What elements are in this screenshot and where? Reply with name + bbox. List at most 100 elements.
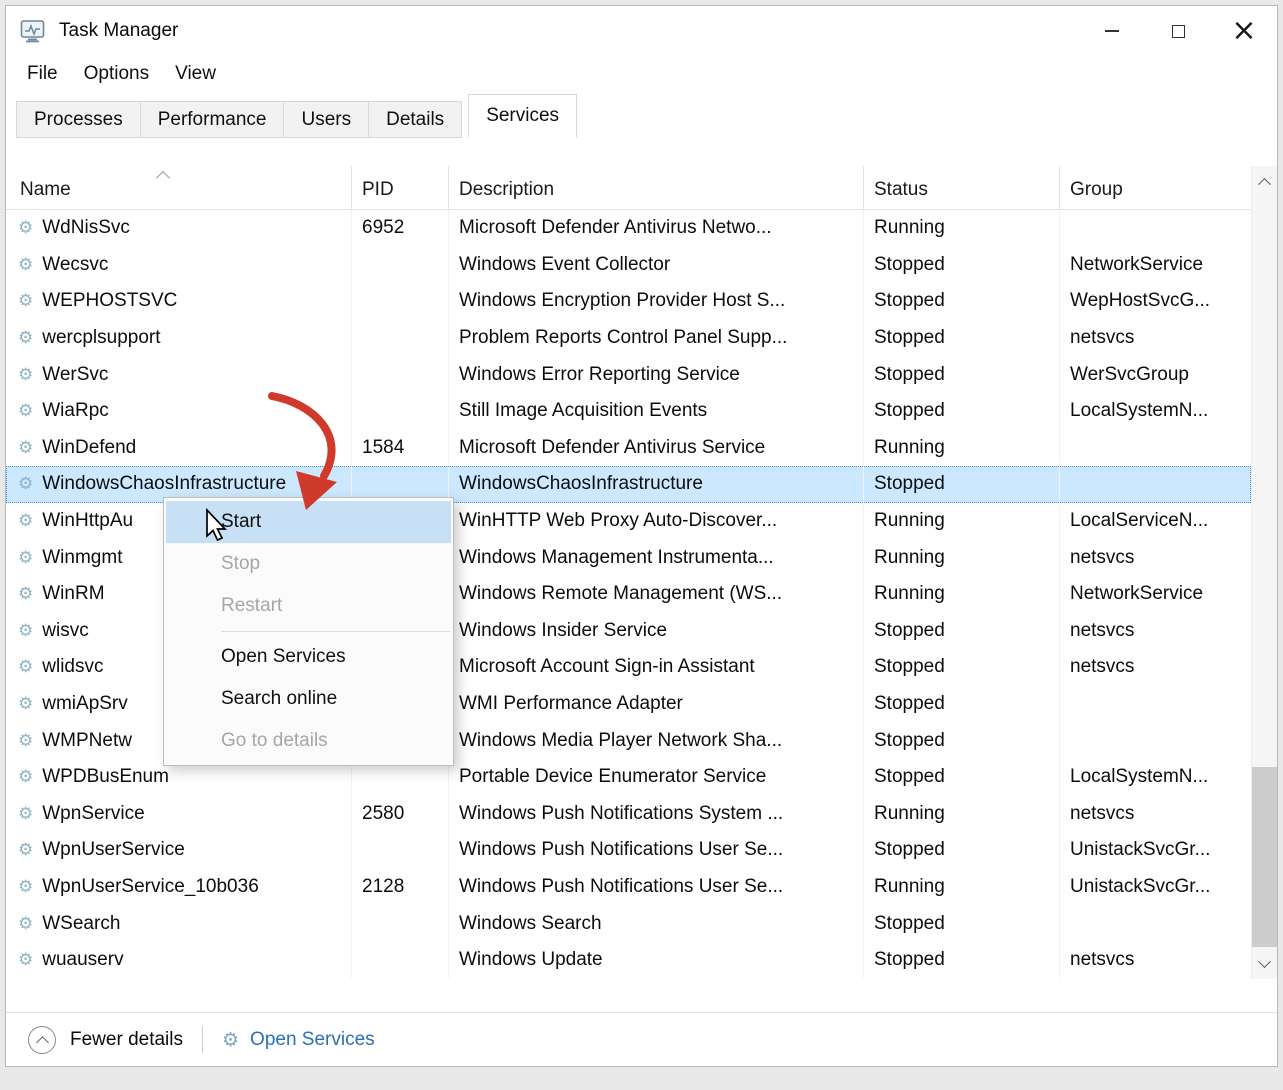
service-group <box>1060 210 1251 247</box>
tab-users[interactable]: Users <box>283 101 369 138</box>
service-row-wuauserv[interactable]: ⚙wuauservWindows UpdateStoppednetsvcs <box>6 942 1251 979</box>
context-menu-item-stop: Stop <box>164 543 453 585</box>
service-group <box>1060 905 1251 942</box>
service-group <box>1060 722 1251 759</box>
service-row-wercplsupport[interactable]: ⚙wercplsupportProblem Reports Control Pa… <box>6 320 1251 357</box>
service-pid <box>352 283 449 320</box>
service-status: Running <box>864 430 1060 467</box>
tab-performance[interactable]: Performance <box>140 101 285 138</box>
scroll-up-button[interactable] <box>1252 168 1277 194</box>
service-name-cell: ⚙WpnService <box>6 796 352 833</box>
service-row-wpnuserservice[interactable]: ⚙WpnUserServiceWindows Push Notification… <box>6 832 1251 869</box>
scrollbar-thumb[interactable] <box>1252 767 1277 947</box>
service-status: Running <box>864 503 1060 540</box>
service-description: Windows Error Reporting Service <box>449 356 864 393</box>
window-controls: × <box>1079 6 1277 56</box>
column-label: Status <box>874 179 928 201</box>
service-name: WPDBusEnum <box>42 766 169 788</box>
service-pid: 2580 <box>352 796 449 833</box>
vertical-scrollbar[interactable] <box>1251 166 1277 979</box>
service-group <box>1060 430 1251 467</box>
service-name: WpnUserService <box>42 839 185 861</box>
service-description: Windows Push Notifications User Se... <box>449 832 864 869</box>
service-group <box>1060 466 1251 503</box>
service-status: Stopped <box>864 356 1060 393</box>
menu-file[interactable]: File <box>14 63 71 85</box>
service-status: Stopped <box>864 649 1060 686</box>
service-group: NetworkService <box>1060 247 1251 284</box>
service-status: Running <box>864 796 1060 833</box>
tab-services[interactable]: Services <box>468 94 577 138</box>
service-name: WpnUserService_10b036 <box>42 876 259 898</box>
scroll-down-button[interactable] <box>1252 951 1277 977</box>
service-description: Windows Update <box>449 942 864 979</box>
service-name: wisvc <box>42 620 88 642</box>
service-description: WindowsChaosInfrastructure <box>449 466 864 503</box>
service-row-windefend[interactable]: ⚙WinDefend1584Microsoft Defender Antivir… <box>6 430 1251 467</box>
service-row-wpnservice[interactable]: ⚙WpnService2580Windows Push Notification… <box>6 796 1251 833</box>
service-description: Windows Event Collector <box>449 247 864 284</box>
service-row-wpnuserservice-10b036[interactable]: ⚙WpnUserService_10b0362128Windows Push N… <box>6 869 1251 906</box>
service-name: WinDefend <box>42 437 136 459</box>
minimize-button[interactable] <box>1079 6 1145 56</box>
service-name-cell: ⚙ WinDefend <box>6 430 352 467</box>
column-label: Group <box>1070 179 1123 201</box>
column-header-description[interactable]: Description <box>449 166 864 209</box>
service-description: Microsoft Defender Antivirus Netwo... <box>449 210 864 247</box>
service-pid <box>352 247 449 284</box>
service-gear-icon: ⚙ <box>18 328 33 348</box>
column-label: Name <box>20 179 71 201</box>
service-gear-icon: ⚙ <box>18 694 33 714</box>
service-name: Wecsvc <box>42 254 108 276</box>
service-description: Windows Media Player Network Sha... <box>449 722 864 759</box>
menu-options[interactable]: Options <box>71 63 162 85</box>
service-gear-icon: ⚙ <box>18 401 33 421</box>
tab-processes[interactable]: Processes <box>16 101 141 138</box>
context-menu-item-open-services[interactable]: Open Services <box>164 636 453 678</box>
window-title: Task Manager <box>59 20 178 42</box>
service-status: Running <box>864 210 1060 247</box>
service-row-wdnissvc[interactable]: ⚙WdNisSvc6952Microsoft Defender Antiviru… <box>6 210 1251 247</box>
column-label: PID <box>362 179 394 201</box>
table-header: Name PID Description Status Group <box>6 166 1251 210</box>
service-gear-icon: ⚙ <box>18 767 33 787</box>
service-row-wephostsvc[interactable]: ⚙WEPHOSTSVCWindows Encryption Provider H… <box>6 283 1251 320</box>
service-row-wsearch[interactable]: ⚙WSearchWindows SearchStopped <box>6 905 1251 942</box>
service-row-wecsvc[interactable]: ⚙WecsvcWindows Event CollectorStoppedNet… <box>6 247 1251 284</box>
close-button[interactable]: × <box>1211 6 1277 56</box>
service-gear-icon: ⚙ <box>18 218 33 238</box>
column-header-name[interactable]: Name <box>6 166 352 209</box>
service-name-cell: ⚙Wecsvc <box>6 247 352 284</box>
menu-view[interactable]: View <box>162 63 229 85</box>
context-menu-item-search-online[interactable]: Search online <box>164 678 453 720</box>
column-header-pid[interactable]: PID <box>352 166 449 209</box>
maximize-button[interactable] <box>1145 6 1211 56</box>
service-row-wersvc[interactable]: ⚙WerSvcWindows Error Reporting ServiceSt… <box>6 356 1251 393</box>
chevron-down-icon <box>1258 955 1271 968</box>
service-status: Running <box>864 539 1060 576</box>
service-description: Windows Search <box>449 905 864 942</box>
service-gear-icon: ⚙ <box>18 657 33 677</box>
open-services-link[interactable]: ⚙ Open Services <box>222 1029 375 1051</box>
column-header-status[interactable]: Status <box>864 166 1060 209</box>
tab-details[interactable]: Details <box>368 101 462 138</box>
context-menu-item-start[interactable]: Start <box>166 501 451 543</box>
service-pid <box>352 942 449 979</box>
service-status: Stopped <box>864 832 1060 869</box>
chevron-up-circle-icon <box>28 1026 56 1054</box>
service-pid: 2128 <box>352 869 449 906</box>
service-group: LocalSystemN... <box>1060 393 1251 430</box>
fewer-details-button[interactable]: Fewer details <box>28 1026 183 1054</box>
service-gear-icon: ⚙ <box>18 438 33 458</box>
service-name: wlidsvc <box>42 656 103 678</box>
service-status: Stopped <box>864 942 1060 979</box>
service-pid: 6952 <box>352 210 449 247</box>
service-name: WEPHOSTSVC <box>42 290 177 312</box>
service-pid: 1584 <box>352 430 449 467</box>
menu-separator <box>221 631 450 632</box>
column-header-group[interactable]: Group <box>1060 166 1251 209</box>
service-status: Running <box>864 869 1060 906</box>
maximize-icon <box>1172 25 1185 38</box>
context-menu-item-restart: Restart <box>164 585 453 627</box>
service-row-wiarpc[interactable]: ⚙WiaRpcStill Image Acquisition EventsSto… <box>6 393 1251 430</box>
